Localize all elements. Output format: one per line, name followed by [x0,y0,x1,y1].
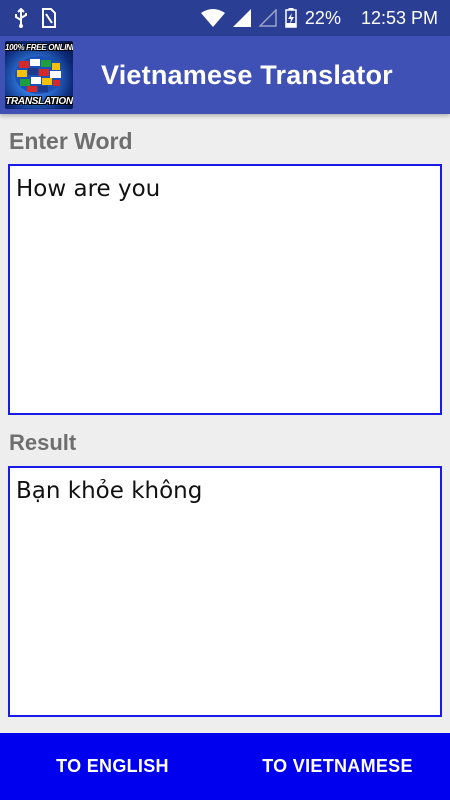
flags-globe-icon [15,56,63,94]
clock: 12:53 PM [360,7,438,28]
result-label: Result [9,430,77,455]
result-output[interactable]: Bạn khỏe không [8,466,442,717]
app-logo: 100% FREE ONLINE TRANSLATION [5,41,73,109]
battery-charging-icon [285,8,297,28]
usb-icon [14,8,28,28]
status-bar: 22% 12:53 PM [0,0,450,36]
to-vietnamese-button[interactable]: TO VIETNAMESE [225,733,450,800]
to-english-button[interactable]: TO ENGLISH [0,733,225,800]
sim-icon [42,8,56,28]
logo-bottom-text: TRANSLATION [5,96,73,107]
logo-top-text: 100% FREE ONLINE [5,43,73,52]
wifi-icon [200,9,225,27]
enter-word-input[interactable]: How are you [8,164,442,415]
signal-empty-icon [258,9,277,27]
bottom-button-bar: TO ENGLISH TO VIETNAMESE [0,733,450,800]
signal-icon [232,9,251,27]
battery-percent: 22% [304,7,341,28]
app-title: Vietnamese Translator [101,59,393,90]
app-bar: 100% FREE ONLINE TRANSLATION Vietnamese … [0,36,450,114]
enter-word-label: Enter Word [9,128,133,154]
